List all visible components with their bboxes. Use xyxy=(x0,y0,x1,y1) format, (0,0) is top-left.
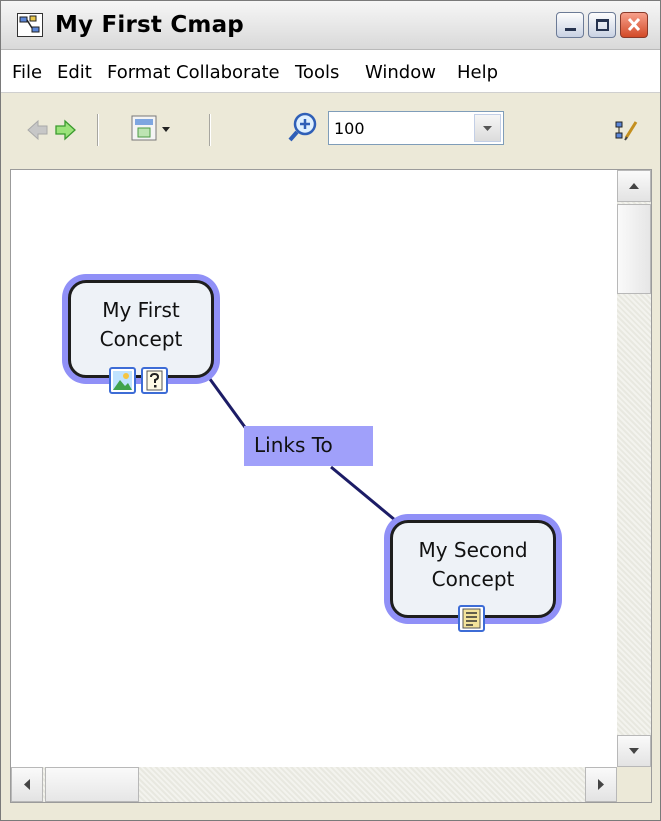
back-arrow-icon[interactable] xyxy=(26,118,50,142)
link-phrase-text: Links To xyxy=(254,433,333,457)
cmap-canvas-frame: My First Concept Links To My Second Conc… xyxy=(10,169,652,803)
help-resource-icon[interactable] xyxy=(141,367,168,394)
concept-text-line: Concept xyxy=(431,567,515,591)
minimize-icon xyxy=(565,28,576,31)
menu-edit[interactable]: Edit xyxy=(57,62,92,83)
concept-text-line: My Second xyxy=(418,538,528,562)
zoom-dropdown-button[interactable] xyxy=(474,114,501,142)
toolbar-separator xyxy=(209,114,211,146)
vertical-scroll-thumb[interactable] xyxy=(617,204,651,294)
scroll-right-button[interactable] xyxy=(585,767,617,802)
scroll-left-button[interactable] xyxy=(11,767,43,802)
horizontal-scrollbar[interactable] xyxy=(11,767,617,802)
arrow-down-icon xyxy=(629,748,639,754)
menu-collaborate[interactable]: Collaborate xyxy=(176,62,280,83)
concept-node[interactable]: My First Concept xyxy=(68,280,214,378)
arrow-left-icon xyxy=(24,779,30,790)
menu-window[interactable]: Window xyxy=(365,62,436,83)
close-icon xyxy=(627,17,641,32)
minimize-button[interactable] xyxy=(556,12,584,38)
zoom-value[interactable]: 100 xyxy=(334,119,365,138)
maximize-button[interactable] xyxy=(588,12,616,38)
cmap-canvas[interactable]: My First Concept Links To My Second Conc… xyxy=(11,170,617,767)
link-line-segment-1[interactable] xyxy=(205,374,249,431)
horizontal-scroll-thumb[interactable] xyxy=(45,767,139,802)
scroll-down-button[interactable] xyxy=(617,735,651,767)
concept-node[interactable]: My Second Concept xyxy=(390,520,556,618)
link-line-segment-2[interactable] xyxy=(330,465,402,527)
menu-format[interactable]: Format xyxy=(107,62,170,83)
text-resource-icon[interactable] xyxy=(458,605,485,632)
arrow-up-icon xyxy=(629,183,639,189)
menu-help[interactable]: Help xyxy=(457,62,498,83)
zoom-combo[interactable]: 100 xyxy=(328,111,504,145)
view-mode-icon[interactable] xyxy=(129,113,173,145)
concept-text-line: My First xyxy=(102,298,180,322)
menu-bar: File Edit Format Collaborate Tools Windo… xyxy=(1,50,660,93)
zoom-in-icon[interactable] xyxy=(287,111,321,145)
menu-tools[interactable]: Tools xyxy=(295,62,339,83)
toolbar-separator xyxy=(97,114,99,146)
toolbar: 100 xyxy=(1,93,660,167)
cmap-window: My First Cmap File Edit Format Collabora… xyxy=(0,0,661,821)
concept-text-line: Concept xyxy=(99,327,183,351)
image-resource-icon[interactable] xyxy=(109,367,136,394)
cmap-tools-icon[interactable] xyxy=(613,118,641,144)
maximize-icon xyxy=(596,19,609,31)
links-layer xyxy=(205,374,402,527)
title-bar[interactable]: My First Cmap xyxy=(1,1,660,50)
link-phrase[interactable]: Links To xyxy=(244,426,373,466)
chevron-down-icon xyxy=(483,126,492,131)
cmap-app-icon[interactable] xyxy=(17,13,43,37)
arrow-right-icon xyxy=(598,779,604,790)
scrollbar-corner xyxy=(617,767,651,802)
window-title: My First Cmap xyxy=(55,12,244,38)
close-button[interactable] xyxy=(620,12,648,38)
vertical-scrollbar[interactable] xyxy=(617,170,651,767)
menu-file[interactable]: File xyxy=(12,62,42,83)
scroll-up-button[interactable] xyxy=(617,170,651,202)
forward-arrow-icon[interactable] xyxy=(53,118,77,142)
